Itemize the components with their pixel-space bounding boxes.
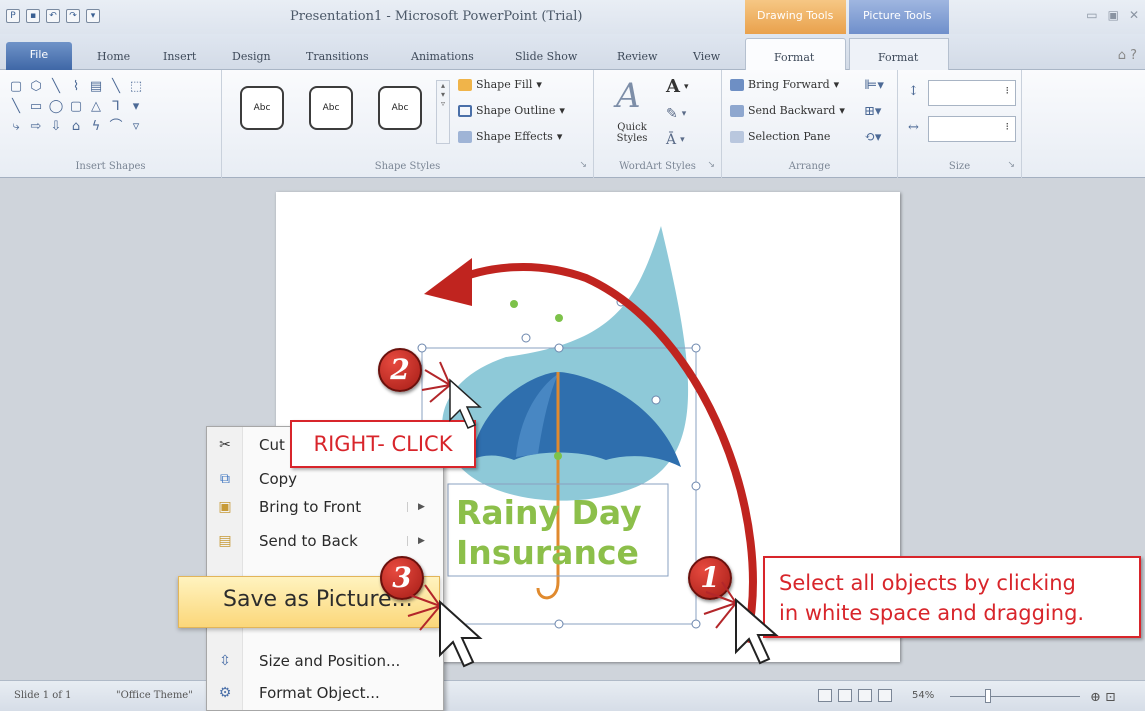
mouse-cursor-3-icon — [439, 599, 483, 668]
mouse-cursor-1-icon — [735, 597, 779, 665]
cursor-overlay — [407, 361, 779, 668]
click-burst-2 — [421, 361, 451, 403]
mouse-cursor-2-icon — [449, 378, 482, 429]
click-burst-1 — [703, 581, 737, 629]
click-burst-3 — [407, 584, 441, 631]
